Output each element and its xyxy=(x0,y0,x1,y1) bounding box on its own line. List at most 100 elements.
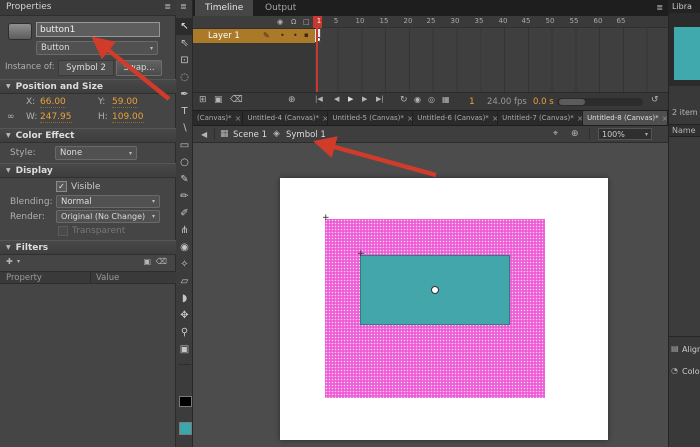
eraser-tool[interactable]: ▱ xyxy=(176,273,193,290)
pencil-tool[interactable]: ✎ xyxy=(176,171,193,188)
column-divider xyxy=(90,272,91,284)
brush-tool[interactable]: ✏ xyxy=(176,188,193,205)
delete-filter-icon[interactable]: ⌫ xyxy=(156,257,167,266)
x-value[interactable]: 66.00 xyxy=(40,97,66,108)
play-button[interactable]: ▶ xyxy=(348,96,353,103)
layer-outline-square[interactable]: ▪ xyxy=(304,31,309,39)
center-frame-icon[interactable]: ⊕ xyxy=(288,96,296,105)
lasso-tool[interactable]: ◌ xyxy=(176,69,193,86)
y-value[interactable]: 59.00 xyxy=(112,97,138,108)
timeline-tab-bar: Timeline Output ≣ xyxy=(193,0,668,16)
paint-bucket-tool[interactable]: ◉ xyxy=(176,239,193,256)
section-filters[interactable]: ▼ Filters xyxy=(0,240,176,255)
bone-tool[interactable]: ⋔ xyxy=(176,222,193,239)
frame-rate-value[interactable]: 24.00 fps xyxy=(487,97,527,107)
lock-icon[interactable]: Ω xyxy=(291,18,296,26)
symbol-type-dropdown[interactable]: Button ▾ xyxy=(36,41,158,55)
current-frame-value[interactable]: 1 xyxy=(469,97,475,107)
close-icon[interactable]: × xyxy=(235,114,242,123)
document-tab[interactable]: Untitled-6 (Canvas)* × xyxy=(413,111,498,125)
free-transform-tool[interactable]: ⊡ xyxy=(176,52,193,69)
outline-icon[interactable]: □ xyxy=(303,18,310,26)
text-tool[interactable]: T xyxy=(176,103,193,120)
document-tab[interactable]: Untitled-4 (Canvas)* × xyxy=(243,111,328,125)
tab-timeline[interactable]: Timeline xyxy=(195,0,253,16)
document-tab-active[interactable]: Untitled-8 (Canvas)* × xyxy=(583,111,668,125)
line-tool[interactable]: ∖ xyxy=(176,120,193,137)
pen-tool[interactable]: ✒ xyxy=(176,86,193,103)
document-tab[interactable]: Untitled-7 (Canvas)* × xyxy=(498,111,583,125)
h-value[interactable]: 109.00 xyxy=(112,112,144,123)
hand-tool[interactable]: ✥ xyxy=(176,307,193,324)
goto-last-frame-button[interactable]: ▶| xyxy=(376,96,384,103)
timeline-frames-grid[interactable] xyxy=(315,28,668,92)
undo-icon[interactable]: ↺ xyxy=(651,96,659,105)
section-color-effect[interactable]: ▼ Color Effect xyxy=(0,128,176,143)
add-filter-icon[interactable]: ✚ xyxy=(6,257,13,266)
section-display[interactable]: ▼ Display xyxy=(0,163,176,178)
tab-output[interactable]: Output xyxy=(255,0,306,16)
blending-dropdown[interactable]: Normal ▾ xyxy=(56,195,160,208)
w-value[interactable]: 247.95 xyxy=(40,112,72,123)
visible-checkbox[interactable]: ✓ xyxy=(56,181,67,192)
align-panel-button[interactable]: ▤ Align xyxy=(669,342,700,358)
instance-name-input[interactable] xyxy=(36,22,160,37)
subselection-tool[interactable]: ⇖ xyxy=(176,35,193,52)
edit-multiple-frames-icon[interactable]: ▦ xyxy=(442,96,450,104)
document-tab[interactable]: (Canvas)* × xyxy=(193,111,243,125)
timeline-scrollbar-thumb[interactable] xyxy=(559,99,585,105)
layer-visibility-dot[interactable]: • xyxy=(280,31,285,40)
color-panel-button[interactable]: ◔ Color xyxy=(669,364,700,380)
elapsed-time-value[interactable]: 0.0 s xyxy=(533,97,554,107)
layer-row[interactable]: Layer 1 ✎ • • ▪ xyxy=(193,29,315,43)
rectangle-tool[interactable]: ▭ xyxy=(176,137,193,154)
timeline-ruler[interactable]: 1 5 10 15 20 25 30 35 40 45 50 55 60 65 xyxy=(315,16,668,28)
onion-skin-outline-icon[interactable]: ◎ xyxy=(428,96,435,104)
timeline-panel-menu-icon[interactable]: ≣ xyxy=(656,3,663,12)
zoom-dropdown[interactable]: 100% ▾ xyxy=(598,128,652,140)
section-position-and-size[interactable]: ▼ Position and Size xyxy=(0,79,176,94)
filter-presets-icon[interactable]: ▣ xyxy=(143,257,151,266)
add-filter-caret-icon[interactable]: ▾ xyxy=(17,258,20,265)
render-dropdown[interactable]: Original (No Change) ▾ xyxy=(56,210,160,223)
oval-tool[interactable]: ○ xyxy=(176,154,193,171)
eyedropper-tool[interactable]: ✧ xyxy=(176,256,193,273)
stage-canvas[interactable]: + + xyxy=(280,178,608,440)
edit-symbols-icon[interactable]: ⌖ xyxy=(553,129,558,139)
stroke-color-swatch[interactable] xyxy=(179,396,192,407)
swap-button[interactable]: Swap... xyxy=(116,60,162,76)
library-name-header[interactable]: Name xyxy=(669,124,700,137)
transformation-point[interactable] xyxy=(431,286,439,294)
layer-lock-dot[interactable]: • xyxy=(293,31,298,40)
paintbrush-tool[interactable]: ✐ xyxy=(176,205,193,222)
timeline-scrollbar[interactable] xyxy=(557,98,643,106)
width-tool[interactable]: ◗ xyxy=(176,290,193,307)
link-width-height-icon[interactable]: ∞ xyxy=(7,112,15,122)
breadcrumb-symbol[interactable]: Symbol 1 xyxy=(286,130,326,140)
new-layer-icon[interactable]: ⊞ xyxy=(199,96,207,105)
center-stage-icon[interactable]: ⊕ xyxy=(571,129,579,139)
fill-color-swatch[interactable] xyxy=(179,422,192,435)
document-tab[interactable]: Untitled-5 (Canvas)* × xyxy=(328,111,413,125)
delete-layer-icon[interactable]: ⌫ xyxy=(230,96,243,105)
frame-number: 25 xyxy=(421,17,441,25)
onion-skin-icon[interactable]: ◉ xyxy=(414,96,421,104)
style-dropdown[interactable]: None ▾ xyxy=(55,146,137,160)
frame-number: 55 xyxy=(564,17,584,25)
camera-tool[interactable]: ▣ xyxy=(176,341,193,358)
step-back-button[interactable]: ◀ xyxy=(334,96,339,103)
loop-icon[interactable]: ↻ xyxy=(400,96,408,105)
tools-panel-menu-icon[interactable]: ≣ xyxy=(180,2,187,11)
zoom-tool[interactable]: ⚲ xyxy=(176,324,193,341)
panel-menu-icon[interactable]: ≣ xyxy=(164,2,171,11)
library-tab[interactable]: Libra xyxy=(669,0,700,13)
new-folder-icon[interactable]: ▣ xyxy=(214,96,223,105)
selection-tool[interactable]: ↖ xyxy=(176,18,193,35)
style-value: None xyxy=(60,148,82,158)
breadcrumb-scene[interactable]: Scene 1 xyxy=(233,130,267,140)
eye-icon[interactable]: ◉ xyxy=(277,18,283,26)
back-icon[interactable]: ◀ xyxy=(201,130,207,139)
library-list-area[interactable] xyxy=(669,137,700,336)
goto-first-frame-button[interactable]: |◀ xyxy=(315,96,323,103)
step-forward-button[interactable]: ▶ xyxy=(362,96,367,103)
